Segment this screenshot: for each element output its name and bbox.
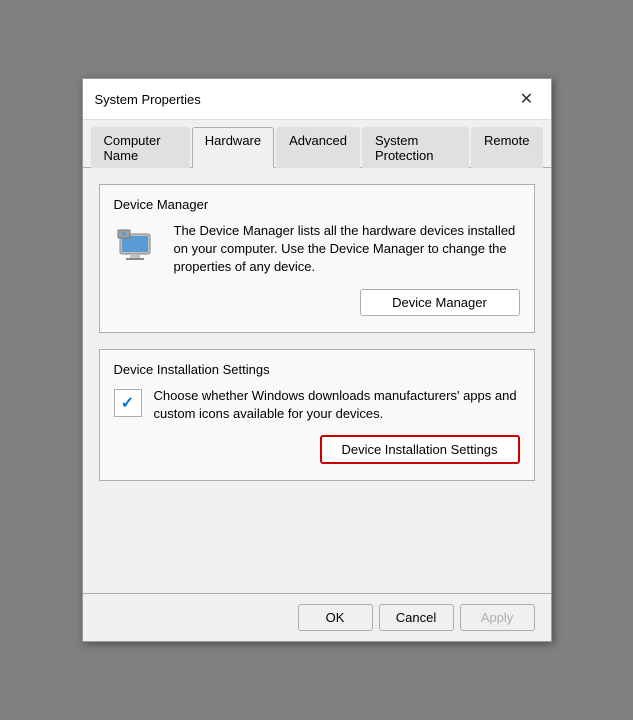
tab-hardware[interactable]: Hardware — [192, 127, 274, 168]
device-manager-button[interactable]: Device Manager — [360, 289, 520, 316]
content-spacer — [99, 497, 535, 577]
main-content: Device Manager The Device Manager lists … — [83, 168, 551, 593]
checkmark-icon: ✓ — [121, 393, 134, 413]
window-title: System Properties — [95, 92, 201, 107]
device-manager-icon — [114, 222, 162, 270]
cancel-button[interactable]: Cancel — [379, 604, 454, 631]
device-manager-section: Device Manager The Device Manager lists … — [99, 184, 535, 333]
tab-bar: Computer Name Hardware Advanced System P… — [83, 120, 551, 168]
title-bar: System Properties ✕ — [83, 79, 551, 120]
system-properties-window: System Properties ✕ Computer Name Hardwa… — [82, 78, 552, 642]
tab-advanced[interactable]: Advanced — [276, 127, 360, 168]
tab-remote[interactable]: Remote — [471, 127, 543, 168]
close-button[interactable]: ✕ — [515, 87, 539, 111]
tab-computer-name[interactable]: Computer Name — [91, 127, 190, 168]
footer-bar: OK Cancel Apply — [83, 593, 551, 641]
apply-button[interactable]: Apply — [460, 604, 535, 631]
ok-button[interactable]: OK — [298, 604, 373, 631]
device-manager-title: Device Manager — [114, 197, 520, 212]
device-installation-checkbox[interactable]: ✓ — [114, 389, 142, 417]
device-installation-section: Device Installation Settings ✓ Choose wh… — [99, 349, 535, 481]
device-installation-button[interactable]: Device Installation Settings — [320, 435, 520, 464]
device-installation-title: Device Installation Settings — [114, 362, 520, 377]
tab-system-protection[interactable]: System Protection — [362, 127, 469, 168]
device-installation-description: Choose whether Windows downloads manufac… — [154, 387, 520, 423]
device-manager-description: The Device Manager lists all the hardwar… — [174, 222, 520, 277]
